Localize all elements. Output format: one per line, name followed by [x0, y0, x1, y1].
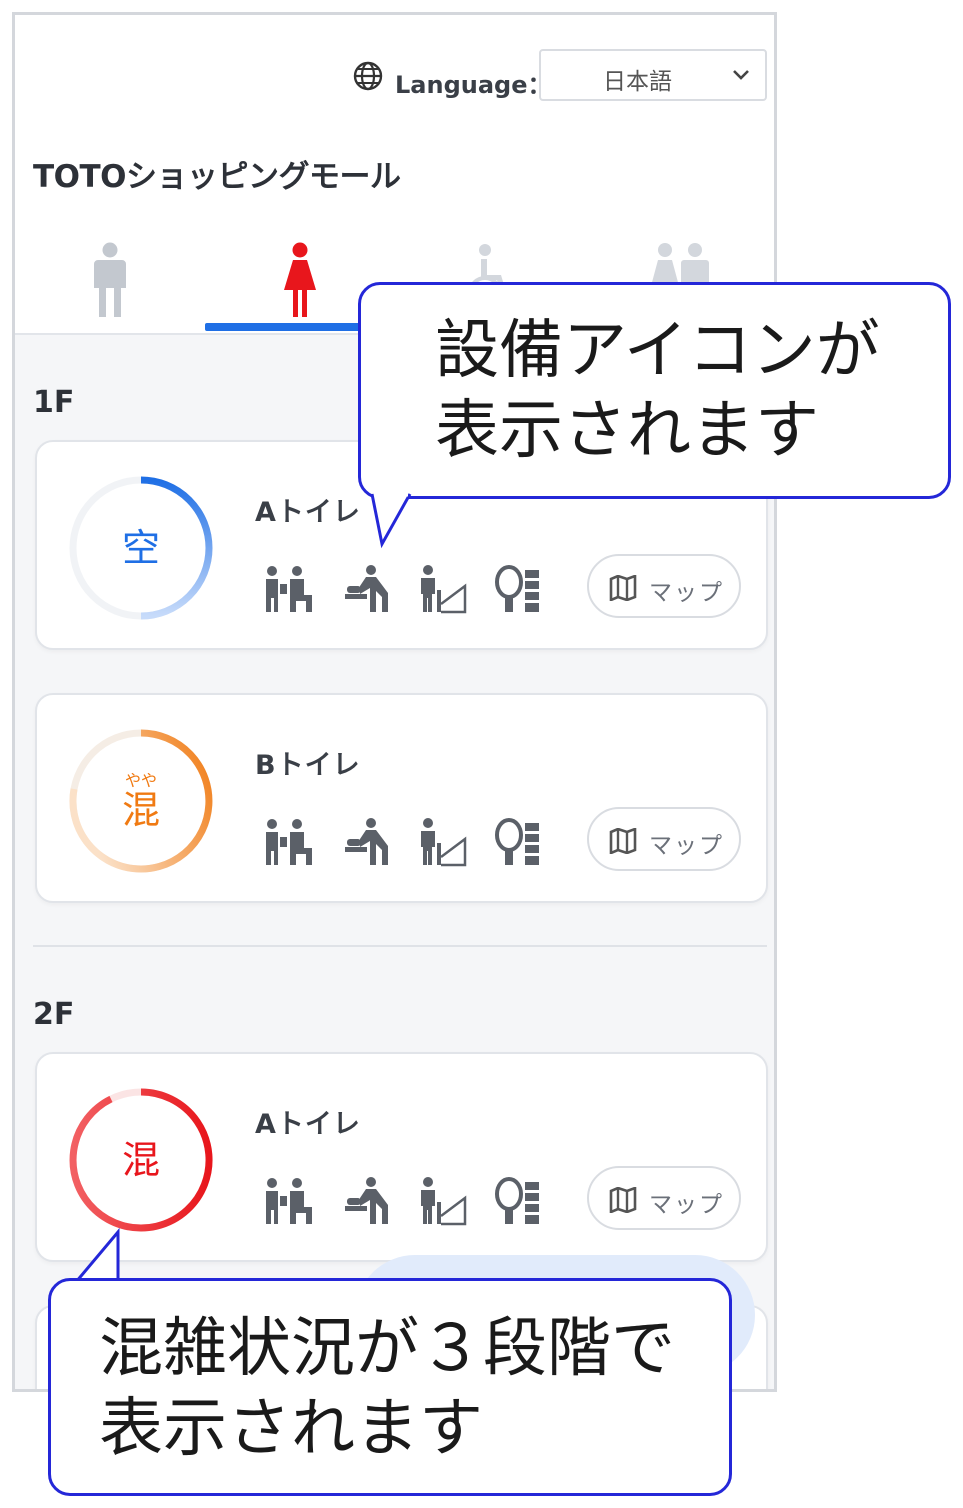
- status-badge: やや 混: [67, 727, 215, 875]
- language-label: Language：: [395, 71, 552, 99]
- floor-label: 1F: [33, 385, 75, 420]
- language-select[interactable]: 日本語: [539, 49, 767, 101]
- map-button[interactable]: マップ: [587, 807, 741, 871]
- fitting-board-icon: [421, 818, 467, 867]
- toilet-name: Aトイレ: [255, 497, 361, 528]
- callout-text-line2: 表示されます: [435, 394, 819, 468]
- callout-text-line1: 設備アイコンが: [435, 314, 880, 388]
- status-text: 空: [121, 526, 160, 570]
- map-button-label: マップ: [649, 580, 724, 606]
- map-icon: [609, 1187, 637, 1213]
- callout-text-line1: 混雑状況が３段階で: [99, 1312, 675, 1386]
- male-icon: [94, 242, 126, 317]
- callout-text-line2: 表示されます: [99, 1392, 483, 1466]
- fitting-board-icon: [421, 565, 467, 614]
- status-badge: 空: [67, 474, 215, 622]
- toilet-card[interactable]: やや 混 Bトイレ マップ: [35, 693, 768, 903]
- baby-seat-icon: [266, 566, 312, 612]
- map-button-label: マップ: [649, 833, 724, 859]
- fitting-board-icon: [421, 1177, 467, 1226]
- status-text: 混: [121, 788, 160, 832]
- chevron-down-icon: [733, 70, 749, 80]
- language-selected-value: 日本語: [603, 69, 672, 95]
- tab-male[interactable]: [15, 235, 205, 335]
- female-icon: [284, 242, 316, 317]
- map-button-label: マップ: [649, 1192, 724, 1218]
- toilet-name: Aトイレ: [255, 1109, 361, 1140]
- map-button[interactable]: マップ: [587, 1166, 741, 1230]
- page-title: TOTOショッピングモール: [33, 159, 401, 195]
- status-text: 混: [121, 1138, 160, 1182]
- powder-room-icon: [495, 1177, 539, 1224]
- powder-room-icon: [495, 565, 539, 612]
- map-button[interactable]: マップ: [587, 554, 741, 618]
- status-subtext: やや: [124, 771, 157, 790]
- baby-seat-icon: [266, 1178, 312, 1224]
- floor-label: 2F: [33, 997, 75, 1032]
- toilet-card[interactable]: 混 Aトイレ マップ: [35, 1052, 768, 1262]
- floor-divider: [33, 945, 767, 947]
- congestion-status-callout: 混雑状況が３段階で 表示されます: [48, 1278, 732, 1496]
- baby-seat-icon: [266, 819, 312, 865]
- app-screen: Language： 日本語 TOTOショッピングモール 1F 空 Aトイレ マッ…: [12, 12, 777, 1392]
- callout-pointer: [370, 491, 412, 549]
- diaper-changing-icon: [345, 565, 388, 612]
- powder-room-icon: [495, 818, 539, 865]
- map-icon: [609, 828, 637, 854]
- diaper-changing-icon: [345, 1177, 388, 1224]
- globe-icon: [353, 61, 383, 91]
- facility-icons-callout: 設備アイコンが 表示されます: [358, 282, 951, 499]
- toilet-name: Bトイレ: [255, 750, 361, 781]
- map-icon: [609, 575, 637, 601]
- status-badge: 混: [67, 1086, 215, 1234]
- diaper-changing-icon: [345, 818, 388, 865]
- callout-pointer: [74, 1227, 120, 1283]
